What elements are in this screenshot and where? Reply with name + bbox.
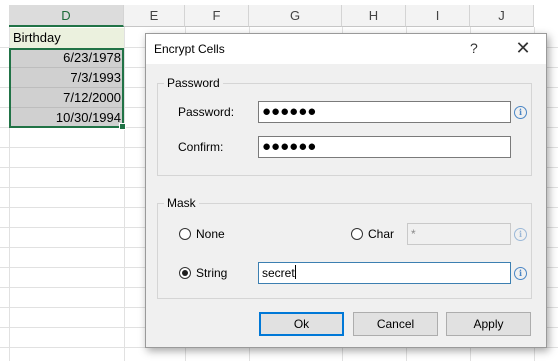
- mask-string-radio[interactable]: [179, 267, 191, 279]
- mask-none-label[interactable]: None: [196, 227, 225, 241]
- column-header-j[interactable]: J: [470, 5, 534, 27]
- column-header-f[interactable]: F: [185, 5, 249, 27]
- mask-char-radio[interactable]: [351, 228, 363, 240]
- mask-none-radio[interactable]: [179, 228, 191, 240]
- confirm-input[interactable]: ●●●●●●: [258, 136, 511, 158]
- date-cell[interactable]: 7/3/1993: [10, 68, 124, 88]
- info-icon[interactable]: i: [514, 106, 527, 119]
- date-cell[interactable]: 7/12/2000: [10, 88, 124, 108]
- ok-button[interactable]: Ok: [259, 312, 344, 336]
- mask-string-label[interactable]: String: [196, 266, 227, 280]
- mask-string-value: secret: [262, 266, 295, 280]
- encrypt-cells-dialog: Encrypt Cells ? ✕ Password Password: ●●●…: [145, 33, 547, 348]
- date-cell[interactable]: 10/30/1994: [10, 108, 124, 128]
- confirm-value: ●●●●●●: [262, 138, 317, 155]
- password-group-legend: Password: [167, 76, 220, 90]
- mask-string-input[interactable]: secret: [258, 262, 511, 284]
- column-header-h[interactable]: H: [342, 5, 406, 27]
- dialog-titlebar[interactable]: Encrypt Cells ? ✕: [146, 34, 546, 64]
- apply-button[interactable]: Apply: [446, 312, 531, 336]
- fill-handle[interactable]: [119, 123, 126, 130]
- date-cell[interactable]: 6/23/1978: [10, 48, 124, 68]
- mask-group-legend: Mask: [167, 196, 196, 210]
- column-header-e[interactable]: E: [124, 5, 185, 27]
- password-label: Password:: [178, 105, 235, 119]
- column-header-row: D E F G H I J: [0, 5, 558, 27]
- password-input[interactable]: ●●●●●●: [258, 101, 511, 123]
- confirm-label: Confirm:: [178, 140, 224, 154]
- password-value: ●●●●●●: [262, 103, 317, 120]
- cancel-button[interactable]: Cancel: [353, 312, 438, 336]
- column-header-d[interactable]: D: [9, 5, 124, 27]
- column-gridline: [124, 27, 125, 361]
- text-caret: [294, 265, 296, 279]
- password-group: Password: [157, 76, 532, 176]
- mask-char-label[interactable]: Char: [368, 227, 394, 241]
- dialog-title: Encrypt Cells: [154, 42, 225, 56]
- help-icon[interactable]: ?: [470, 40, 478, 56]
- mask-char-input[interactable]: *: [407, 223, 511, 245]
- info-icon[interactable]: i: [514, 267, 527, 280]
- column-header-i[interactable]: I: [406, 5, 470, 27]
- info-icon[interactable]: i: [514, 228, 527, 241]
- column-header-g[interactable]: G: [249, 5, 342, 27]
- header-cell-birthday[interactable]: Birthday: [10, 28, 124, 48]
- close-icon[interactable]: ✕: [512, 37, 534, 59]
